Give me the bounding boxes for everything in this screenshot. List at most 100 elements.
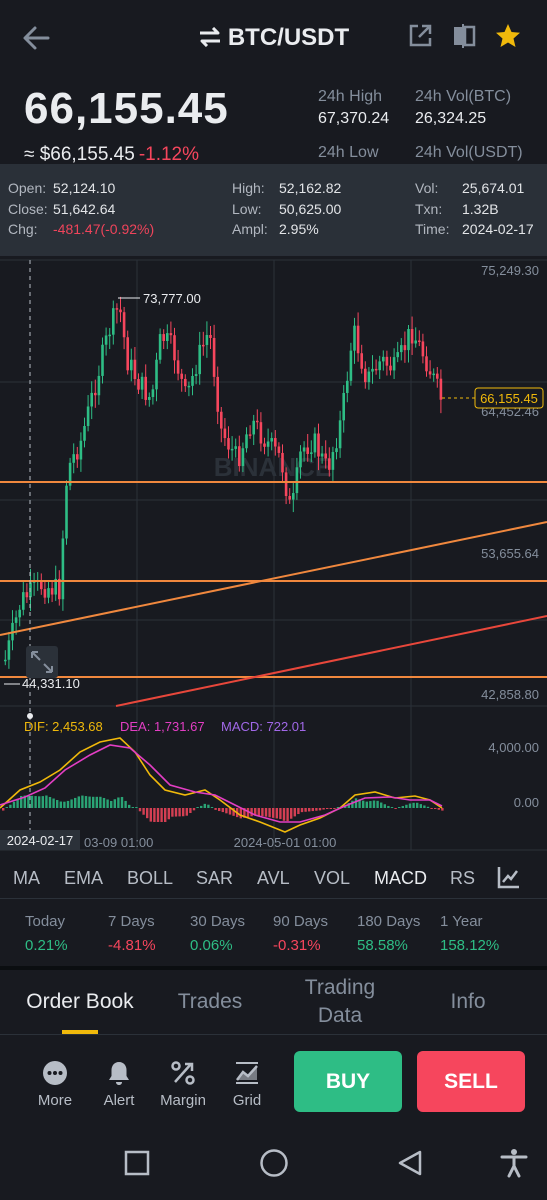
candle — [428, 371, 432, 375]
macd-bar — [268, 808, 271, 818]
macd-bar — [81, 795, 84, 808]
macd-bar — [185, 808, 188, 816]
tab-sar[interactable]: SAR — [196, 868, 233, 889]
candle — [184, 378, 187, 387]
perf-label-180d: 180 Days — [357, 913, 421, 930]
macd-bar — [110, 801, 113, 808]
last-price: 66,155.45 — [24, 84, 229, 133]
low-label: Low: — [232, 201, 262, 217]
divider-bottom — [0, 1034, 547, 1035]
price-chart[interactable]: BINANCE 73,777.00 44,331.10 75,249.30 64… — [0, 256, 547, 856]
square-nav-icon[interactable] — [124, 1150, 150, 1176]
macd-bar — [376, 800, 379, 808]
tab-trading-data[interactable]: Trading Data — [280, 970, 400, 1034]
macd-bar — [131, 807, 134, 808]
macd-bar — [192, 808, 196, 811]
grid-action[interactable]: Grid — [226, 1052, 268, 1112]
macd-bar — [333, 808, 336, 809]
perf-label-30d: 30 Days — [190, 913, 246, 930]
system-nav-bar — [0, 1132, 547, 1200]
buy-button[interactable]: BUY — [294, 1051, 402, 1112]
indicator-tabs: MA EMA BOLL SAR AVL VOL MACD RS — [0, 860, 547, 896]
bell-icon — [109, 1062, 129, 1085]
triangle-nav-icon[interactable] — [396, 1149, 424, 1177]
candle — [349, 350, 353, 381]
macd-bar — [214, 808, 217, 810]
candle — [220, 411, 223, 429]
macd-bar — [45, 795, 48, 808]
candle — [230, 448, 234, 451]
macd-bar — [34, 796, 37, 808]
tab-rsi[interactable]: RS — [450, 868, 475, 889]
share-icon[interactable] — [406, 22, 434, 50]
perf-value-180d: 58.58% — [357, 937, 408, 954]
candle — [151, 389, 155, 397]
sell-button[interactable]: SELL — [417, 1051, 525, 1112]
chg-label: Chg: — [8, 221, 38, 237]
candle — [76, 454, 79, 460]
candle — [342, 392, 345, 421]
tab-ma[interactable]: MA — [13, 868, 40, 889]
more-action[interactable]: More — [34, 1052, 76, 1112]
macd-bar — [318, 808, 322, 811]
star-icon[interactable] — [494, 22, 522, 50]
min-label: 44,331.10 — [22, 676, 80, 691]
candle — [108, 334, 111, 337]
candle — [284, 472, 288, 497]
macd-bar — [160, 808, 163, 822]
tab-boll[interactable]: BOLL — [127, 868, 173, 889]
macd-bar — [74, 797, 77, 808]
candle — [234, 446, 237, 449]
macd-bar — [315, 808, 318, 811]
tab-macd[interactable]: MACD — [374, 868, 427, 889]
margin-action[interactable]: Margin — [158, 1052, 208, 1112]
compare-icon[interactable] — [450, 22, 478, 50]
macd-bar — [308, 808, 311, 812]
candle — [302, 447, 306, 452]
candle — [324, 453, 327, 459]
vol-btc-label: 24h Vol(BTC) — [415, 88, 512, 105]
circle-nav-icon[interactable] — [259, 1148, 289, 1178]
macd-bar — [286, 808, 289, 822]
candle — [209, 335, 212, 338]
tab-ema[interactable]: EMA — [64, 868, 103, 889]
candle — [155, 359, 158, 390]
candle — [277, 446, 281, 453]
macd-bar — [174, 808, 178, 817]
candle — [295, 467, 299, 494]
vol-btc-value: 26,324.25 — [415, 110, 487, 127]
dif-line — [0, 737, 443, 833]
candle — [101, 344, 104, 376]
tab-info[interactable]: Info — [420, 970, 516, 1034]
macd-bar — [203, 803, 206, 808]
macd-bar — [207, 804, 210, 808]
alert-action[interactable]: Alert — [98, 1052, 140, 1112]
tab-avl[interactable]: AVL — [257, 868, 290, 889]
candle — [364, 368, 367, 383]
tab-vol[interactable]: VOL — [314, 868, 350, 889]
macd-bar — [124, 800, 127, 808]
macd-bar — [77, 796, 80, 808]
candle — [238, 446, 241, 467]
macd-bar — [390, 807, 394, 808]
macd-bar — [138, 808, 142, 812]
macd-bar — [423, 805, 426, 808]
macd-bar — [225, 808, 228, 814]
expand-icon[interactable] — [26, 646, 58, 678]
macd-bar — [63, 801, 66, 808]
chart-settings-icon[interactable] — [496, 864, 522, 890]
x-label-3: 2024-05-01 01:00 — [234, 835, 337, 850]
macd-bar — [372, 800, 376, 808]
fiat-price: ≈ $66,155.45 -1.12% — [24, 144, 199, 166]
accessibility-icon[interactable] — [500, 1148, 528, 1178]
candle — [133, 359, 137, 380]
macd-bar — [365, 801, 368, 808]
macd-bar — [30, 795, 34, 808]
macd-bar — [156, 808, 160, 822]
vol-value: 25,674.01 — [462, 180, 525, 196]
candle — [130, 359, 133, 371]
candle — [72, 454, 75, 463]
tab-trades[interactable]: Trades — [160, 970, 260, 1034]
tab-order-book[interactable]: Order Book — [10, 970, 150, 1034]
candle — [418, 340, 421, 342]
